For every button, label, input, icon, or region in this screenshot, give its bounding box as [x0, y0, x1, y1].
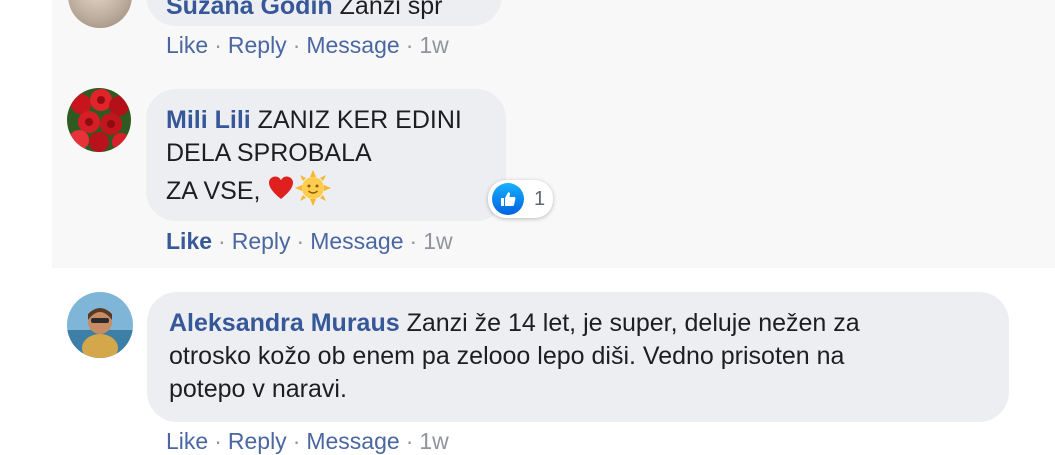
beach-avatar-image	[67, 292, 133, 358]
avatar[interactable]	[67, 292, 133, 358]
sun-with-face-icon	[295, 170, 332, 215]
comment-line: ZA VSE,	[166, 170, 506, 215]
timestamp[interactable]: 1w	[419, 32, 448, 58]
comment-line: Aleksandra Muraus Zanzi že 14 let, je su…	[169, 307, 1009, 340]
separator: ·	[292, 428, 301, 454]
comment-author[interactable]: Suzana Godin	[166, 0, 333, 20]
avatar[interactable]	[67, 88, 131, 152]
comment-actions: Like · Reply · Message · 1w	[166, 32, 449, 59]
reaction-summary[interactable]: 1	[488, 180, 554, 218]
comment-line: Mili Lili ZANIZ KER EDINI	[166, 104, 506, 137]
message-link[interactable]: Message	[306, 428, 399, 454]
comment-bubble: Aleksandra Muraus Zanzi že 14 let, je su…	[147, 292, 1009, 422]
separator: ·	[296, 228, 305, 254]
separator: ·	[218, 228, 226, 254]
message-link[interactable]: Message	[310, 228, 403, 254]
like-link[interactable]: Like	[166, 428, 208, 454]
separator: ·	[214, 32, 222, 58]
like-link[interactable]: Like	[166, 228, 212, 254]
separator: ·	[292, 32, 301, 58]
separator: ·	[405, 428, 414, 454]
timestamp[interactable]: 1w	[423, 228, 452, 254]
timestamp[interactable]: 1w	[419, 428, 448, 454]
reply-link[interactable]: Reply	[232, 228, 291, 254]
separator: ·	[214, 428, 222, 454]
reaction-count: 1	[534, 187, 546, 210]
comment-text-line-1: ZANIZ KER EDINI	[257, 106, 462, 134]
comment-author[interactable]: Mili Lili	[166, 106, 251, 134]
roses-avatar-image	[67, 88, 131, 152]
comment-bubble: Suzana Godin Zanzi spr	[146, 0, 502, 26]
comment-text-line-3: ZA VSE,	[166, 177, 261, 206]
message-link[interactable]: Message	[306, 32, 399, 58]
comment-author[interactable]: Aleksandra Muraus	[169, 309, 400, 337]
comment-bubble: Mili Lili ZANIZ KER EDINI DELA SPROBALA …	[146, 89, 506, 221]
comment-text-line-3: potepo v naravi.	[169, 375, 347, 403]
reply-link[interactable]: Reply	[228, 32, 287, 58]
like-reaction-icon	[492, 183, 524, 215]
comment-text-line-2: DELA SPROBALA	[166, 139, 372, 167]
red-heart-icon	[267, 174, 295, 211]
separator: ·	[405, 32, 414, 58]
separator: ·	[409, 228, 418, 254]
comment-text-line-2: otrosko kožo ob enem pa zelooo lepo diši…	[169, 342, 845, 370]
comment-text-line-1: Zanzi že 14 let, je super, deluje nežen …	[406, 309, 860, 337]
like-link[interactable]: Like	[166, 32, 208, 58]
reply-link[interactable]: Reply	[228, 428, 287, 454]
comment-actions: Like · Reply · Message · 1w	[166, 428, 449, 455]
comment-actions: Like · Reply · Message · 1w	[166, 228, 453, 255]
comment-text: Zanzi spr	[339, 0, 443, 20]
